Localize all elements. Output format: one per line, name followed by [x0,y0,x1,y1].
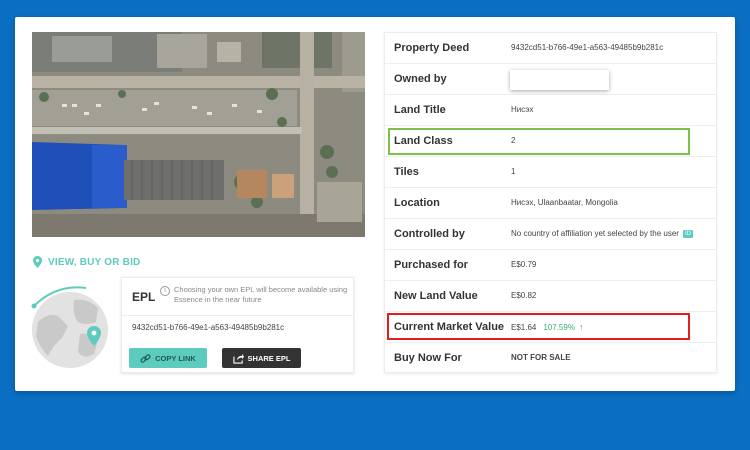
row-property-deed: Property Deed 9432cd51-b766-49e1-a563-49… [385,33,716,64]
row-value: 9432cd51-b766-49e1-a563-49485b9b281c [511,43,664,52]
copy-link-label: COPY LINK [155,353,196,363]
controlled-by-text: No country of affiliation yet selected b… [511,229,679,238]
row-value: Нисэх [511,105,534,114]
aerial-map-image[interactable] [32,32,365,237]
row-land-title: Land Title Нисэх [385,95,716,126]
row-value: Нисэх, Ulaanbaatar, Mongolia [511,198,618,207]
row-buy-now-for: Buy Now For NOT FOR SALE [385,343,716,374]
row-label: Location [394,197,440,209]
row-label: Controlled by [394,228,465,240]
row-label: Tiles [394,166,419,178]
epl-card: EPL i Choosing your own EPL will become … [121,277,354,373]
row-label: Property Deed [394,42,470,54]
globe-icon [28,282,114,372]
id-badge[interactable]: ID [682,229,693,238]
share-epl-label: SHARE EPL [247,353,291,363]
epl-title: EPL [132,290,156,304]
row-value: E$0.82 [511,291,537,300]
market-value-highlight [387,313,690,340]
row-owned-by: Owned by [385,64,716,95]
info-icon: i [160,286,170,296]
location-pin-icon [33,256,42,268]
epl-hash: 9432cd51-b766-49e1-a563-49485b9b281c [132,323,285,332]
link-icon [140,353,151,363]
row-label: New Land Value [394,290,478,302]
row-location: Location Нисэх, Ulaanbaatar, Mongolia [385,188,716,219]
row-label: Purchased for [394,259,468,271]
view-buy-bid-label: VIEW, BUY OR BID [48,256,141,268]
land-class-highlight [388,128,690,155]
row-label: Owned by [394,73,447,85]
epl-note: Choosing your own EPL will become availa… [174,285,348,304]
divider [122,315,353,316]
row-value: E$0.79 [511,260,537,269]
owner-field[interactable] [510,70,609,90]
view-buy-bid-link[interactable]: VIEW, BUY OR BID [33,254,140,270]
row-value: No country of affiliation yet selected b… [511,229,693,238]
row-value: 1 [511,167,516,176]
row-value: NOT FOR SALE [511,353,571,362]
row-controlled-by: Controlled by No country of affiliation … [385,219,716,250]
share-icon [232,353,244,364]
share-epl-button[interactable]: SHARE EPL [222,348,301,368]
row-label: Land Title [394,104,446,116]
row-label: Buy Now For [394,352,462,364]
row-purchased-for: Purchased for E$0.79 [385,250,716,281]
row-tiles: Tiles 1 [385,157,716,188]
copy-link-button[interactable]: COPY LINK [129,348,207,368]
row-new-land-value: New Land Value E$0.82 [385,281,716,312]
